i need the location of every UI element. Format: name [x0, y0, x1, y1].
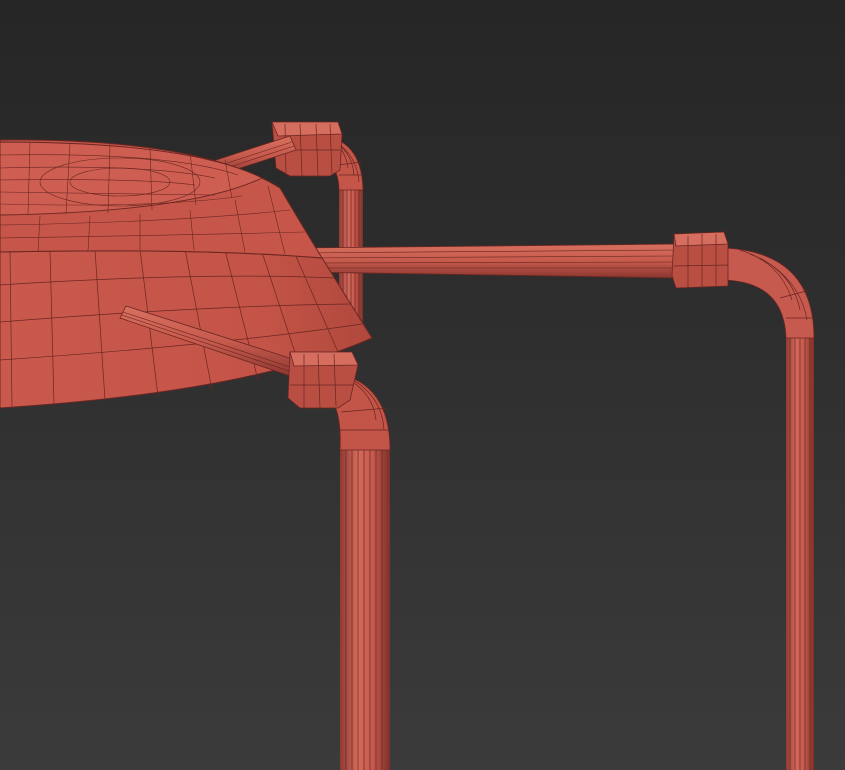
right-leg — [723, 247, 815, 770]
middle-arm — [299, 243, 681, 279]
right-connector — [671, 231, 729, 289]
front-connector — [287, 351, 359, 409]
3d-viewport[interactable] — [0, 0, 845, 770]
wireframe-model-render — [0, 121, 815, 770]
front-leg — [325, 371, 391, 770]
